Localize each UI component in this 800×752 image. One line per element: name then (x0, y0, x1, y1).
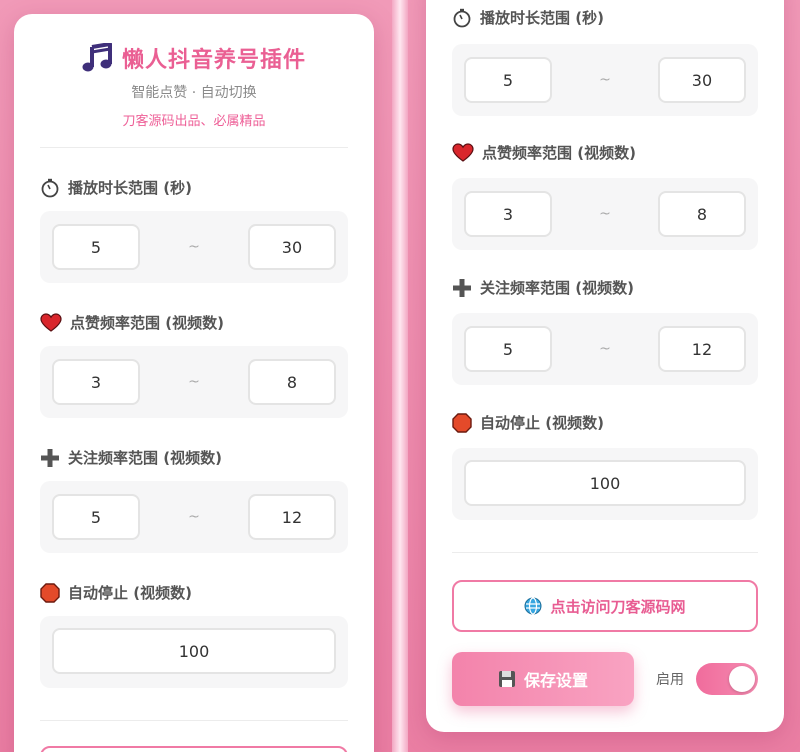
globe-icon (524, 597, 542, 615)
heart-icon (452, 142, 474, 163)
play-duration-max-input[interactable] (247, 224, 336, 270)
panel-header: 懒人抖音养号插件 智能点赞 · 自动切换 刀客源码出品、必属精品 (14, 14, 374, 129)
play-duration-range: ~ (452, 44, 758, 116)
stopwatch-icon (40, 178, 60, 198)
visit-button-partial[interactable] (40, 746, 348, 752)
like-frequency-max-input[interactable] (247, 359, 336, 405)
range-separator: ~ (599, 206, 611, 222)
app-title: 懒人抖音养号插件 (121, 48, 306, 73)
toggle-knob (729, 666, 755, 692)
heart-icon (40, 312, 62, 333)
auto-stop-input[interactable] (52, 628, 336, 674)
play-duration-min-input[interactable] (464, 57, 552, 103)
range-separator: ~ (599, 72, 611, 88)
like-frequency-range: ~ (40, 346, 348, 418)
auto-stop-input[interactable] (464, 460, 746, 506)
play-duration-range: ~ (40, 211, 348, 283)
play-duration-min-input[interactable] (52, 224, 140, 270)
like-frequency-range: ~ (452, 178, 758, 250)
follow-frequency-min-input[interactable] (464, 326, 552, 372)
range-separator: ~ (599, 341, 611, 357)
like-frequency-label: 点赞频率范围 (视频数) (452, 142, 758, 163)
play-duration-label: 播放时长范围 (秒) (40, 177, 348, 198)
footer-actions: 保存设置 启用 (452, 652, 758, 706)
follow-frequency-label: 关注频率范围 (视频数) (40, 447, 348, 468)
range-separator: ~ (188, 509, 200, 525)
stop-sign-icon (452, 412, 472, 433)
header-divider (40, 147, 348, 148)
brand-line: 刀客源码出品、必属精品 (122, 114, 266, 129)
enable-toggle[interactable] (696, 663, 758, 695)
music-note-icon (82, 43, 114, 73)
visit-site-button[interactable]: 点击访问刀客源码网 (452, 580, 758, 632)
auto-stop-box (40, 616, 348, 688)
stopwatch-icon (452, 8, 472, 28)
settings-panel-top-view: 懒人抖音养号插件 智能点赞 · 自动切换 刀客源码出品、必属精品 播放时长范围 … (14, 14, 374, 752)
auto-stop-label: 自动停止 (视频数) (40, 582, 348, 603)
play-duration-max-input[interactable] (657, 57, 746, 103)
like-frequency-min-input[interactable] (52, 359, 140, 405)
follow-frequency-range: ~ (40, 481, 348, 553)
app-subtitle: 智能点赞 · 自动切换 (131, 85, 257, 101)
footer-divider (40, 720, 348, 721)
auto-stop-label: 自动停止 (视频数) (452, 412, 758, 433)
like-frequency-min-input[interactable] (464, 191, 552, 237)
save-settings-button[interactable]: 保存设置 (452, 652, 634, 706)
follow-frequency-max-input[interactable] (657, 326, 746, 372)
enable-toggle-group: 启用 (656, 663, 758, 695)
plus-icon (40, 448, 60, 468)
save-settings-label: 保存设置 (523, 673, 588, 690)
plus-icon (452, 278, 472, 298)
stop-sign-icon (40, 582, 60, 603)
follow-frequency-range: ~ (452, 313, 758, 385)
like-frequency-max-input[interactable] (657, 191, 746, 237)
follow-frequency-max-input[interactable] (247, 494, 336, 540)
range-separator: ~ (188, 239, 200, 255)
follow-frequency-min-input[interactable] (52, 494, 140, 540)
settings-panel-bottom-view: 播放时长范围 (秒) ~ 点赞频率范围 (视频数) ~ 关注频率范围 (视频数)… (426, 0, 784, 732)
auto-stop-box (452, 448, 758, 520)
range-separator: ~ (188, 374, 200, 390)
play-duration-label: 播放时长范围 (秒) (452, 7, 758, 28)
visit-site-label: 点击访问刀客源码网 (550, 597, 686, 616)
floppy-disk-icon (498, 670, 516, 688)
follow-frequency-label: 关注频率范围 (视频数) (452, 277, 758, 298)
footer-divider (452, 552, 758, 553)
screenshot-seam (392, 0, 408, 752)
title-row: 懒人抖音养号插件 (14, 42, 374, 74)
like-frequency-label: 点赞频率范围 (视频数) (40, 312, 348, 333)
enable-label: 启用 (656, 672, 684, 688)
